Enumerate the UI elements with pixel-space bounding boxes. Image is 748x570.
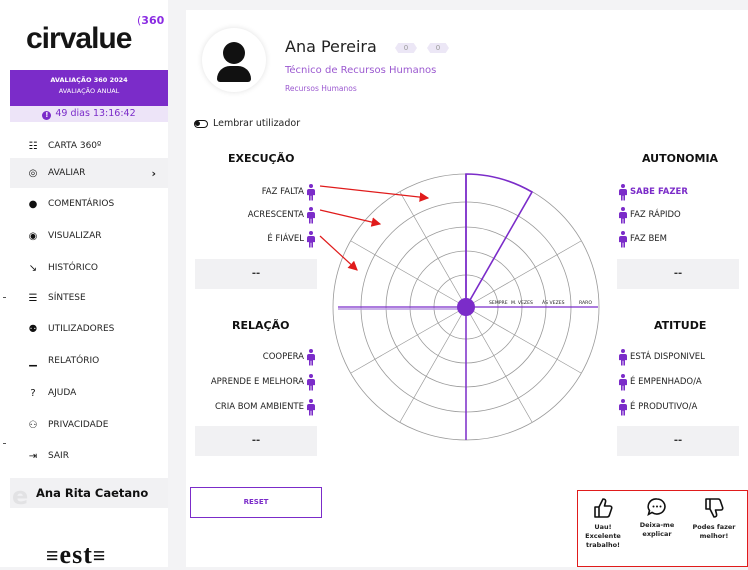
feedback-explain[interactable]: Deixa-me explicar [634, 497, 680, 539]
feedback-explain-label: Deixa-me explicar [639, 521, 675, 538]
feedback-improve-label: Podes fazer melhor! [692, 523, 736, 540]
thumbs-down-icon[interactable] [704, 497, 724, 519]
feedback-praise-label: Uau! Excelente trabalho! [585, 523, 621, 549]
feedback-improve[interactable]: Podes fazer melhor! [686, 497, 742, 541]
annotation-arrow [319, 209, 382, 227]
reset-button[interactable]: RESET [190, 487, 322, 518]
feedback-praise[interactable]: Uau! Excelente trabalho! [580, 497, 626, 550]
radar-center [457, 298, 475, 316]
comment-icon[interactable] [647, 497, 667, 517]
scale-label-as-vezes: ÀS VEZES [542, 299, 565, 306]
radar-selected-segment [465, 173, 534, 311]
thumbs-up-icon[interactable] [593, 497, 613, 519]
feedback-panel: Uau! Excelente trabalho! Deixa-me explic… [577, 490, 748, 567]
scale-label-raro: RARO [579, 300, 592, 306]
scale-label-m-vezes: M. VEZES [511, 300, 533, 306]
annotation-arrow [319, 185, 430, 202]
scale-label-sempre: SEMPRE [489, 300, 508, 306]
radar-chart: SEMPRE M. VEZES ÀS VEZES RARO [319, 173, 600, 441]
